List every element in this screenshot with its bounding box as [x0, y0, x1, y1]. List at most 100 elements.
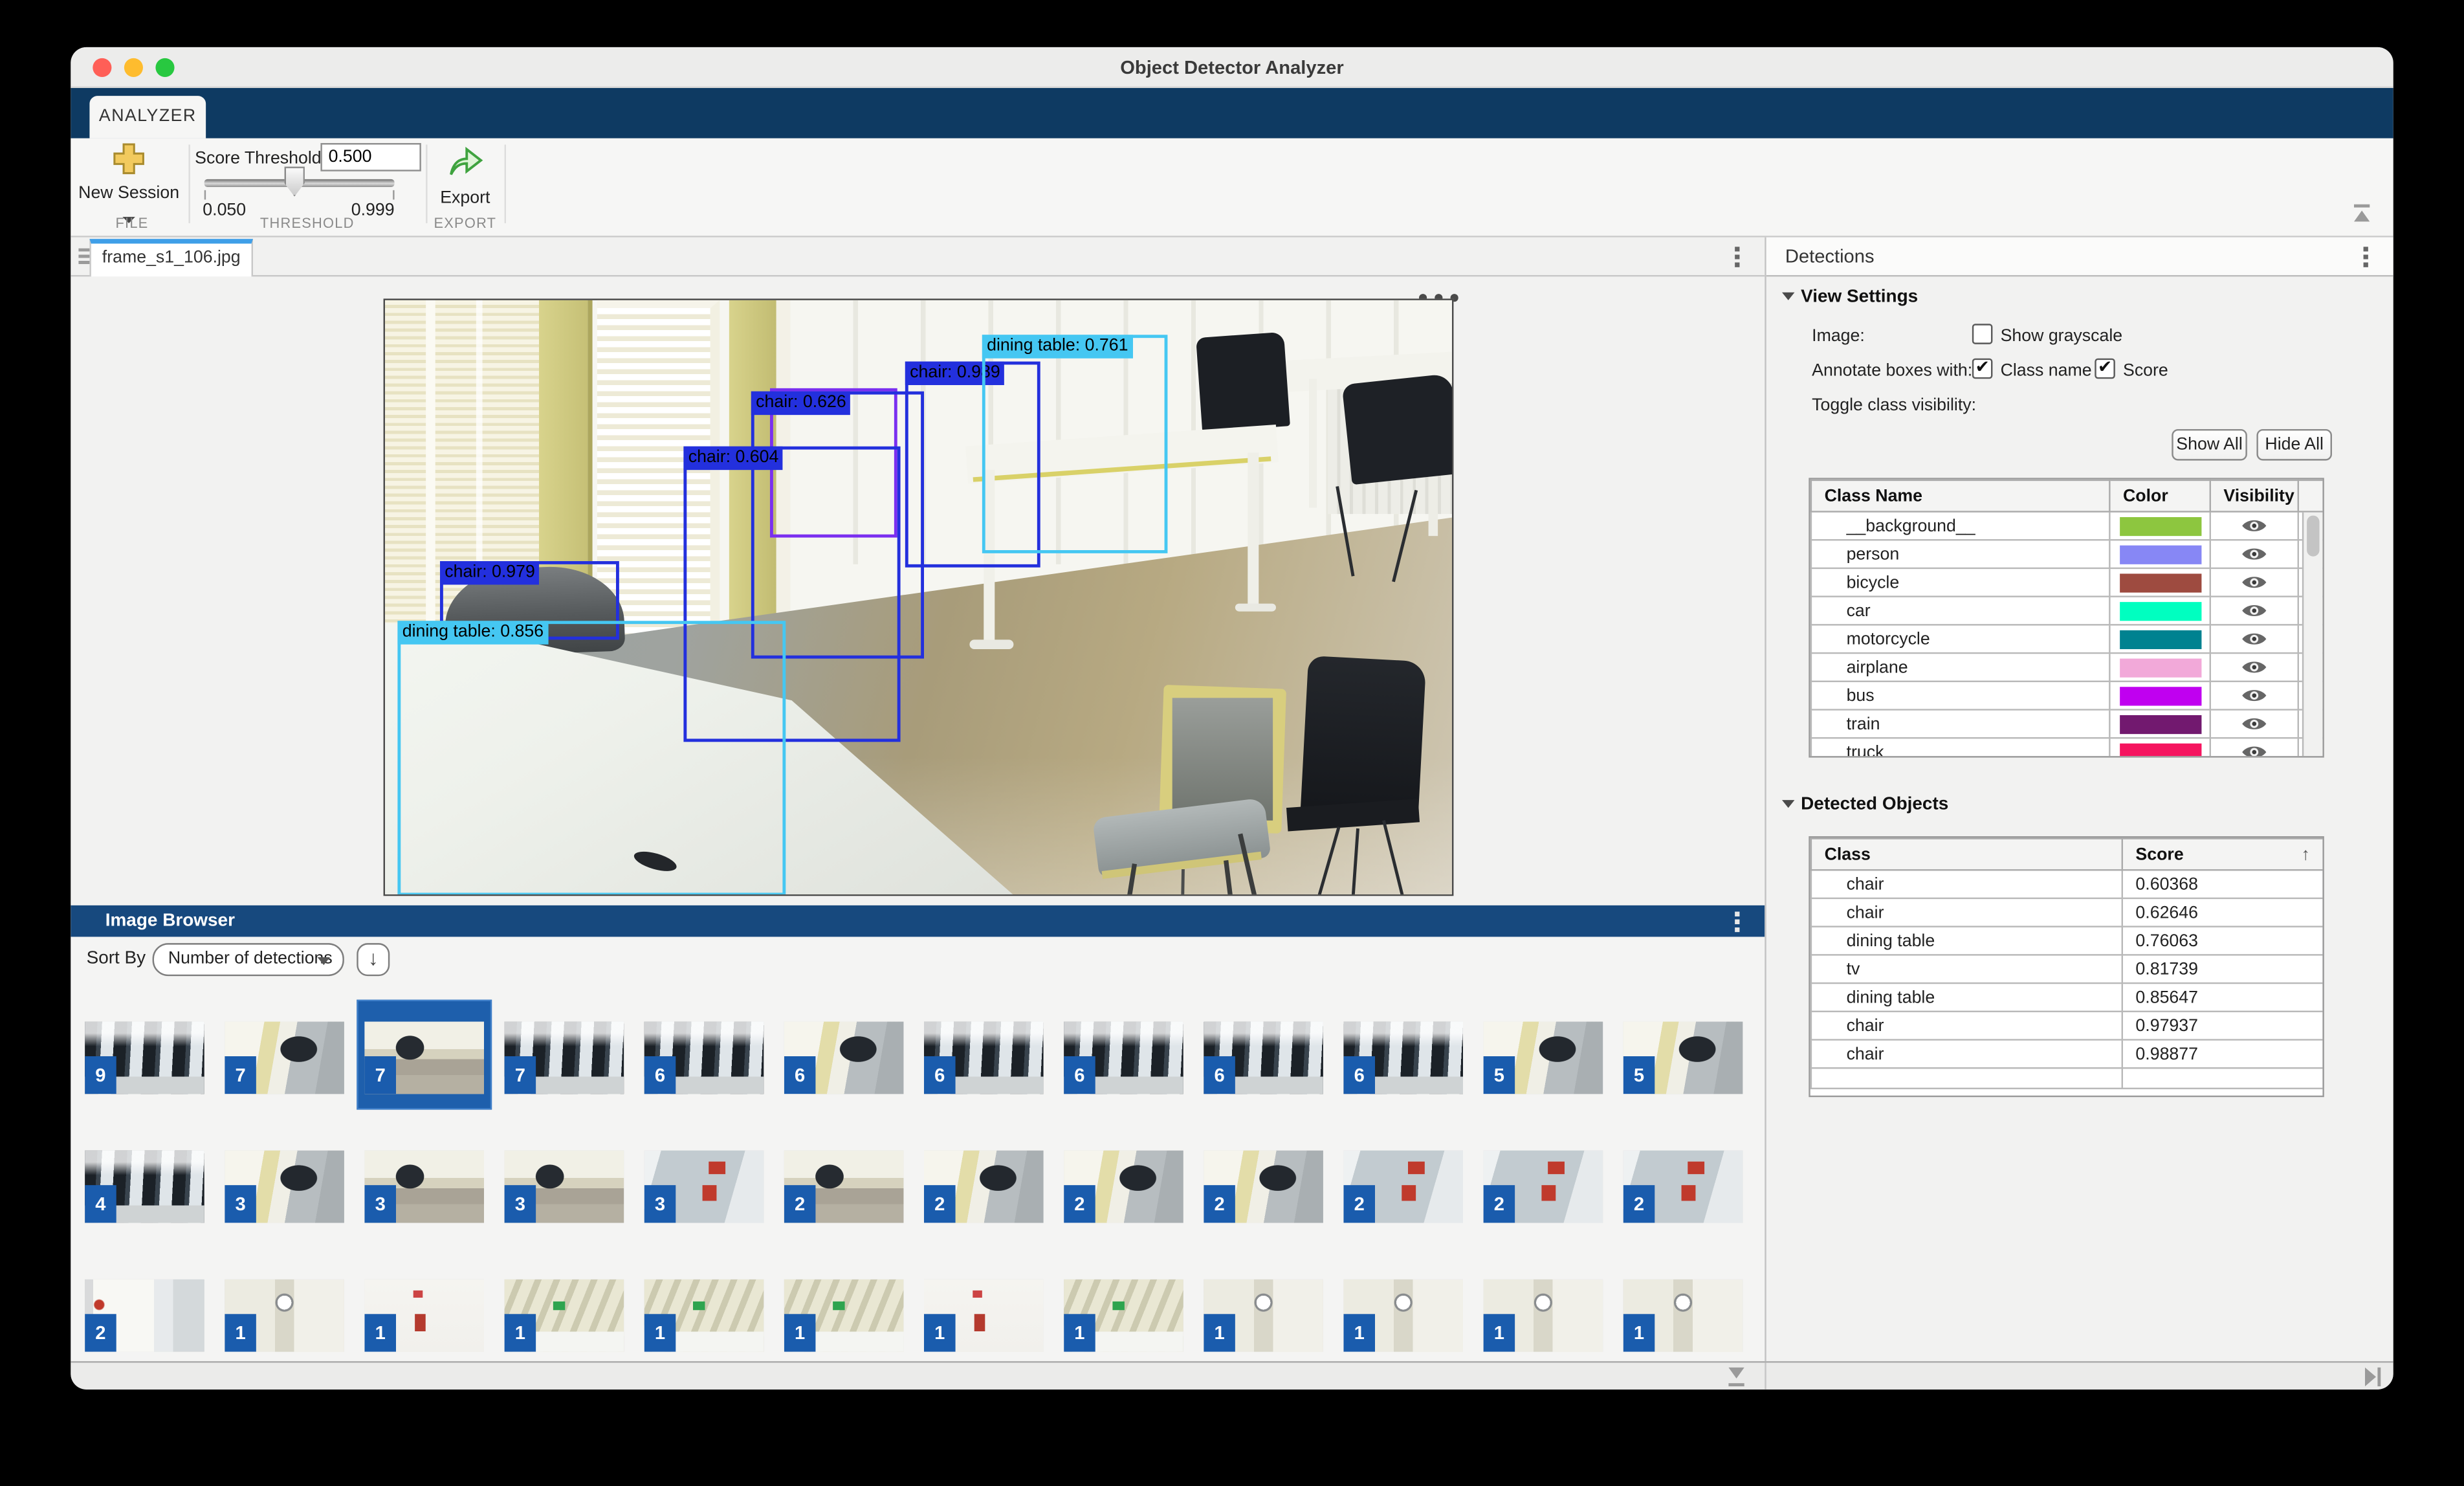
new-session-button[interactable]: New Session [77, 143, 181, 221]
detected-object-row[interactable]: chair0.97937 [1811, 1012, 2324, 1040]
hide-all-button[interactable]: Hide All [2256, 429, 2332, 461]
class-row[interactable]: person [1811, 540, 2324, 568]
eye-icon[interactable] [2241, 516, 2267, 535]
class-row[interactable]: bicycle [1811, 568, 2324, 597]
class-color-swatch[interactable] [2119, 544, 2201, 563]
visibility-header[interactable]: Visibility [2210, 480, 2298, 512]
export-button[interactable]: Export [429, 143, 501, 219]
image-thumbnail[interactable]: 6 [644, 1022, 764, 1094]
eye-icon[interactable] [2241, 715, 2267, 733]
image-thumbnail[interactable]: 1 [784, 1280, 904, 1352]
detections-panel-header[interactable]: Detections [1766, 238, 2393, 277]
show-all-button[interactable]: Show All [2172, 429, 2247, 461]
image-thumbnail[interactable]: 9 [85, 1022, 204, 1094]
detected-object-row[interactable]: chair0.60368 [1811, 870, 2324, 898]
image-thumbnail[interactable]: 5 [1623, 1022, 1743, 1094]
tab-analyzer[interactable]: ANALYZER [89, 96, 206, 139]
image-thumbnail[interactable]: 1 [505, 1280, 624, 1352]
image-thumbnail[interactable]: 6 [784, 1022, 904, 1094]
detected-object-row[interactable]: chair0.98877 [1811, 1039, 2324, 1068]
collapse-panel-down-icon[interactable] [1728, 1368, 1746, 1386]
panel-menu-icon[interactable] [2364, 247, 2368, 267]
image-thumbnail[interactable]: 4 [85, 1151, 204, 1223]
view-settings-header[interactable]: View Settings [1782, 287, 1918, 306]
detected-object-row[interactable]: chair0.62646 [1811, 898, 2324, 927]
image-thumbnail[interactable]: 7 [505, 1022, 624, 1094]
image-thumbnail[interactable]: 2 [1484, 1151, 1603, 1223]
class-color-swatch[interactable] [2119, 658, 2201, 676]
image-thumbnail[interactable]: 3 [644, 1151, 764, 1223]
class-row[interactable]: car [1811, 597, 2324, 625]
image-thumbnail[interactable]: 7 [225, 1022, 344, 1094]
panel-menu-icon[interactable] [1735, 247, 1739, 267]
class-name-header[interactable]: Class Name [1811, 480, 2109, 512]
image-thumbnail[interactable]: 1 [364, 1280, 484, 1352]
class-color-swatch[interactable] [2119, 715, 2201, 733]
score-threshold-input[interactable] [320, 143, 421, 172]
class-row[interactable]: __background__ [1811, 511, 2324, 540]
annotated-image[interactable]: chair: 0.626chair: 0.604chair: 0.989dini… [384, 298, 1454, 896]
image-thumbnail[interactable]: 6 [924, 1022, 1044, 1094]
class-row[interactable]: airplane [1811, 653, 2324, 682]
collapse-ribbon-icon[interactable] [2353, 205, 2371, 223]
image-thumbnail[interactable]: 3 [225, 1151, 344, 1223]
image-thumbnail[interactable]: 1 [1064, 1280, 1183, 1352]
close-button[interactable] [93, 58, 111, 77]
image-thumbnail[interactable]: 2 [1204, 1151, 1323, 1223]
class-color-swatch[interactable] [2119, 601, 2201, 620]
image-thumbnail[interactable]: 6 [1204, 1022, 1323, 1094]
class-row[interactable]: truck [1811, 738, 2324, 757]
eye-icon[interactable] [2241, 544, 2267, 563]
checkbox-score[interactable] [2095, 359, 2115, 379]
image-thumbnail[interactable]: 2 [784, 1151, 904, 1223]
maximize-button[interactable] [155, 58, 174, 77]
expand-panel-right-icon[interactable] [2365, 1368, 2382, 1386]
class-color-swatch[interactable] [2119, 742, 2201, 757]
class-color-swatch[interactable] [2119, 573, 2201, 592]
image-thumbnail[interactable]: 6 [1343, 1022, 1463, 1094]
image-thumbnail[interactable]: 2 [85, 1280, 204, 1352]
class-color-swatch[interactable] [2119, 686, 2201, 705]
image-thumbnail[interactable]: 1 [924, 1280, 1044, 1352]
image-thumbnail[interactable]: 1 [1343, 1280, 1463, 1352]
image-thumbnail[interactable]: 3 [505, 1151, 624, 1223]
document-tab[interactable]: frame_s1_106.jpg [89, 239, 253, 276]
image-thumbnail[interactable]: 1 [1204, 1280, 1323, 1352]
image-thumbnail[interactable]: 6 [1064, 1022, 1183, 1094]
detected-object-row[interactable]: tv0.81739 [1811, 955, 2324, 983]
image-thumbnail[interactable]: 1 [1623, 1280, 1743, 1352]
eye-icon[interactable] [2241, 630, 2267, 649]
class-row[interactable]: motorcycle [1811, 625, 2324, 653]
image-thumbnail[interactable]: 3 [364, 1151, 484, 1223]
class-table-scrollbar[interactable] [2302, 513, 2323, 756]
class-color-swatch[interactable] [2119, 630, 2201, 649]
image-thumbnail[interactable]: 1 [225, 1280, 344, 1352]
image-thumbnail[interactable]: 2 [1064, 1151, 1183, 1223]
eye-icon[interactable] [2241, 658, 2267, 676]
eye-icon[interactable] [2241, 573, 2267, 592]
eye-icon[interactable] [2241, 601, 2267, 620]
class-row[interactable]: bus [1811, 682, 2324, 710]
class-row[interactable]: train [1811, 709, 2324, 738]
detected-object-row[interactable]: dining table0.76063 [1811, 927, 2324, 955]
detected-objects-header[interactable]: Detected Objects [1782, 795, 1948, 814]
image-thumbnail[interactable]: 1 [1484, 1280, 1603, 1352]
axes-toolbar-dots-icon[interactable] [1419, 282, 1473, 294]
eye-icon[interactable] [2241, 686, 2267, 705]
threshold-slider-thumb[interactable] [284, 166, 305, 196]
detected-object-row[interactable]: dining table0.85647 [1811, 983, 2324, 1012]
image-thumbnail[interactable]: 2 [1623, 1151, 1743, 1223]
eye-icon[interactable] [2241, 742, 2267, 757]
sort-ascending-icon[interactable] [2302, 845, 2310, 863]
class-column-header[interactable]: Class [1811, 839, 2122, 871]
checkbox-show-grayscale[interactable] [1972, 324, 1993, 344]
minimize-button[interactable] [124, 58, 143, 77]
image-thumbnail[interactable]: 5 [1484, 1022, 1603, 1094]
class-color-swatch[interactable] [2119, 516, 2201, 535]
scrollbar-thumb[interactable] [2307, 516, 2319, 557]
color-header[interactable]: Color [2109, 480, 2210, 512]
score-column-header[interactable]: Score [2122, 839, 2324, 871]
image-thumbnail[interactable]: 2 [1343, 1151, 1463, 1223]
image-thumbnail[interactable]: 1 [644, 1280, 764, 1352]
checkbox-class-name[interactable] [1972, 359, 1993, 379]
